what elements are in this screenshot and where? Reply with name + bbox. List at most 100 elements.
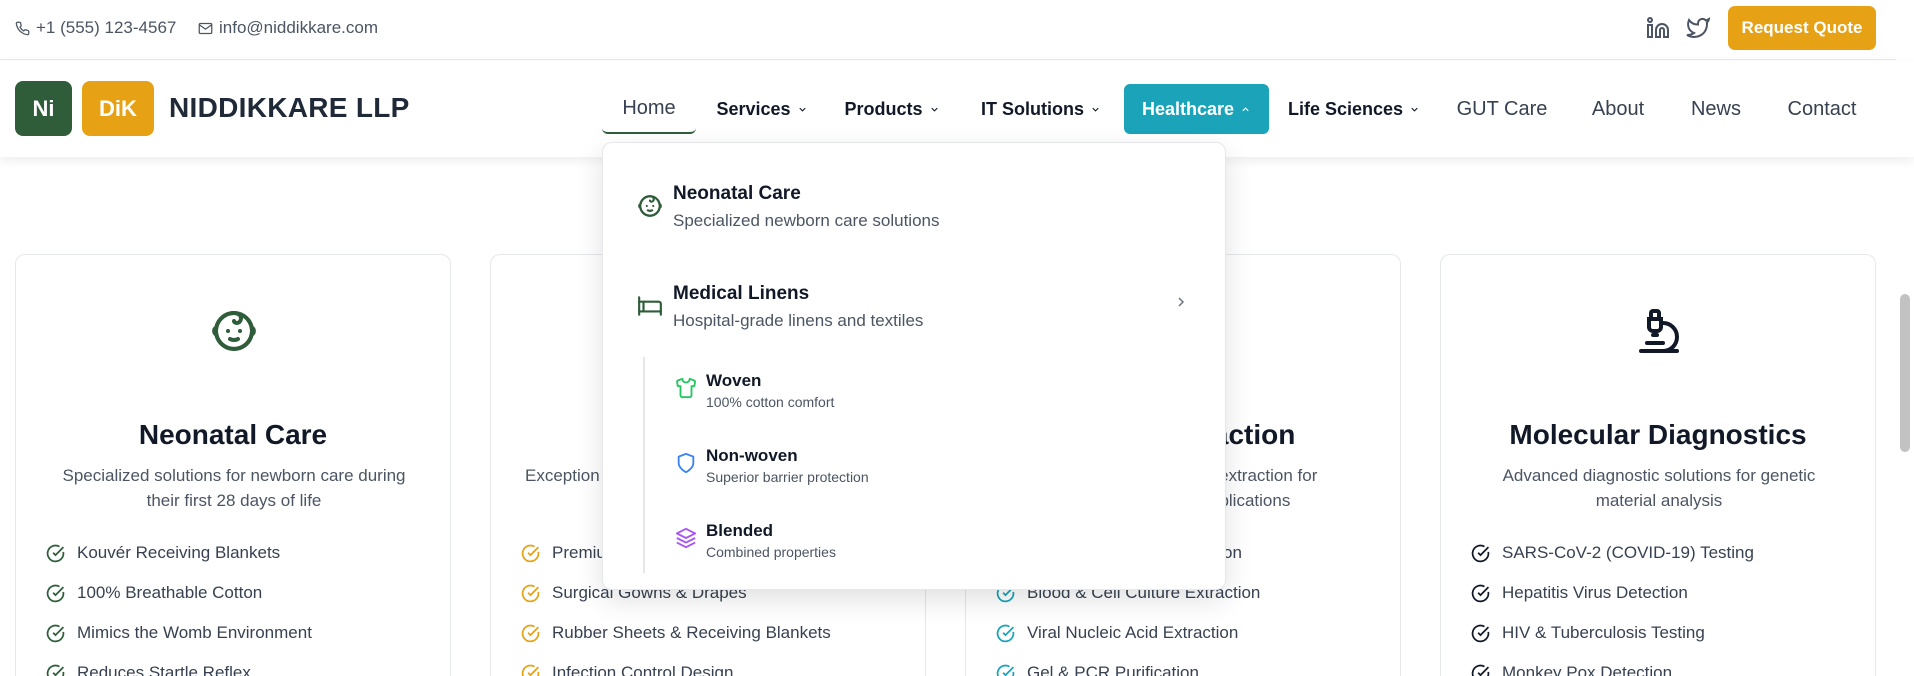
baby-icon [638,195,662,217]
check-circle-icon [1471,544,1490,562]
check-circle-icon [521,624,540,642]
dropdown-item-description: Hospital-grade linens and textiles [673,311,924,330]
check-circle-icon [1471,624,1490,642]
phone-contact[interactable]: +1 (555) 123-4567 [15,18,176,38]
dropdown-item-medical-linens[interactable]: Medical Linens Hospital-grade linens and… [637,283,1197,339]
phone-icon [15,21,30,35]
chevron-right-icon[interactable] [1173,294,1189,310]
feature-item: Rubber Sheets & Receiving Blankets [521,623,831,643]
linkedin-icon[interactable] [1646,16,1670,40]
feature-item: Monkey Pox Detection [1471,663,1672,676]
chevron-down-icon [930,107,938,112]
feature-item: Kouvér Receiving Blankets [46,543,280,563]
nav-it-solutions[interactable]: IT Solutions [976,84,1106,134]
feature-label: Infection Control Design [552,663,734,676]
nav-gut-care-label: GUT Care [1456,97,1548,120]
nav-services-label: Services [716,98,791,119]
email-contact[interactable]: info@niddikkare.com [198,18,378,38]
baby-icon [212,310,256,351]
nav-news-label: News [1690,97,1741,120]
logo-ni[interactable]: Ni [15,81,72,136]
nav-products-label: Products [844,98,923,119]
feature-item: Mimics the Womb Environment [46,623,312,643]
nav-contact[interactable]: Contact [1774,84,1870,134]
logo-dik[interactable]: DiK [82,81,154,136]
feature-item: 100% Breathable Cotton [46,583,262,603]
submenu-item-blended[interactable]: Blended Combined properties [675,521,975,565]
nav-life-sciences-label: Life Sciences [1287,98,1404,119]
mail-icon [198,22,213,34]
request-quote-button[interactable]: Request Quote [1728,6,1876,50]
nav-services[interactable]: Services [712,84,812,134]
feature-item: Gel & PCR Purification [996,663,1199,676]
nav-about-label: About [1591,97,1645,120]
shield-icon [677,452,695,474]
submenu-item-description: Superior barrier protection [706,469,869,485]
check-circle-icon [46,624,65,642]
submenu-item-description: 100% cotton comfort [706,394,835,410]
layers-icon [675,527,697,549]
card-title: Molecular Diagnostics [1509,419,1807,450]
healthcare-dropdown-menu: Neonatal Care Specialized newborn care s… [602,142,1226,590]
card-title: Neonatal Care [138,419,328,450]
scrollbar-thumb[interactable] [1900,294,1910,452]
nav-healthcare[interactable]: Healthcare [1124,84,1269,134]
feature-label: Premiu [552,543,606,562]
bed-icon [638,296,662,316]
nav-home[interactable]: Home [602,84,696,134]
submenu-item-woven[interactable]: Woven 100% cotton comfort [675,371,975,415]
top-bar: +1 (555) 123-4567 info@niddikkare.com Re… [0,0,1914,60]
feature-label: Hepatitis Virus Detection [1502,583,1688,602]
check-circle-icon [521,664,540,676]
nav-healthcare-label: Healthcare [1141,98,1235,119]
chevron-down-icon [1411,107,1418,112]
nav-news[interactable]: News [1678,84,1754,134]
feature-label: Mimics the Womb Environment [77,623,312,642]
nav-products[interactable]: Products [840,84,944,134]
feature-label: Gel & PCR Purification [1027,663,1199,676]
card-description: Advanced diagnostic solutions for geneti… [1502,466,1816,510]
submenu-divider [643,357,645,573]
check-circle-icon [1471,584,1490,602]
submenu-item-non-woven[interactable]: Non-woven Superior barrier protection [675,446,975,490]
submenu-item-title: Blended [706,521,774,540]
card-description: Exception [525,466,600,485]
feature-item: Viral Nucleic Acid Extraction [996,623,1238,643]
feature-label: Viral Nucleic Acid Extraction [1027,623,1239,642]
feature-item: Premiu [521,543,606,563]
feature-item: SARS-CoV-2 (COVID-19) Testing [1471,543,1754,563]
nav-about[interactable]: About [1576,84,1660,134]
submenu-item-description: Combined properties [706,544,836,560]
feature-label: Monkey Pox Detection [1502,663,1673,676]
check-circle-icon [521,544,540,562]
email-address: info@niddikkare.com [219,18,378,37]
twitter-icon[interactable] [1686,16,1710,40]
submenu-item-title: Woven [706,371,762,390]
check-circle-icon [46,584,65,602]
brand-name[interactable]: NIDDIKKARE LLP [169,92,410,124]
feature-label: HIV & Tuberculosis Testing [1502,623,1705,642]
nav-it-solutions-label: IT Solutions [981,98,1084,119]
check-circle-icon [46,544,65,562]
dropdown-item-neonatal-care[interactable]: Neonatal Care Specialized newborn care s… [637,183,1197,239]
nav-life-sciences[interactable]: Life Sciences [1284,84,1424,134]
phone-number: +1 (555) 123-4567 [36,18,177,37]
check-circle-icon [996,624,1015,642]
feature-item: HIV & Tuberculosis Testing [1471,623,1705,643]
check-circle-icon [1471,664,1490,676]
microscope-icon [1639,309,1679,353]
nav-home-label: Home [622,96,676,119]
check-circle-icon [46,664,65,676]
check-circle-icon [996,664,1015,676]
feature-item: Hepatitis Virus Detection [1471,583,1688,603]
service-card-molecular[interactable]: Molecular Diagnostics Advanced diagnosti… [1440,254,1876,676]
shirt-icon [676,377,696,399]
feature-label: Reduces Startle Reflex [77,663,251,676]
feature-item: Infection Control Design [521,663,733,676]
feature-label: Rubber Sheets & Receiving Blankets [552,623,831,642]
nav-gut-care[interactable]: GUT Care [1446,84,1558,134]
dropdown-item-title: Neonatal Care [673,183,801,204]
service-card-neonatal[interactable]: Neonatal Care Specialized solutions for … [15,254,451,676]
submenu-item-title: Non-woven [706,446,798,465]
feature-label: 100% Breathable Cotton [77,583,263,602]
